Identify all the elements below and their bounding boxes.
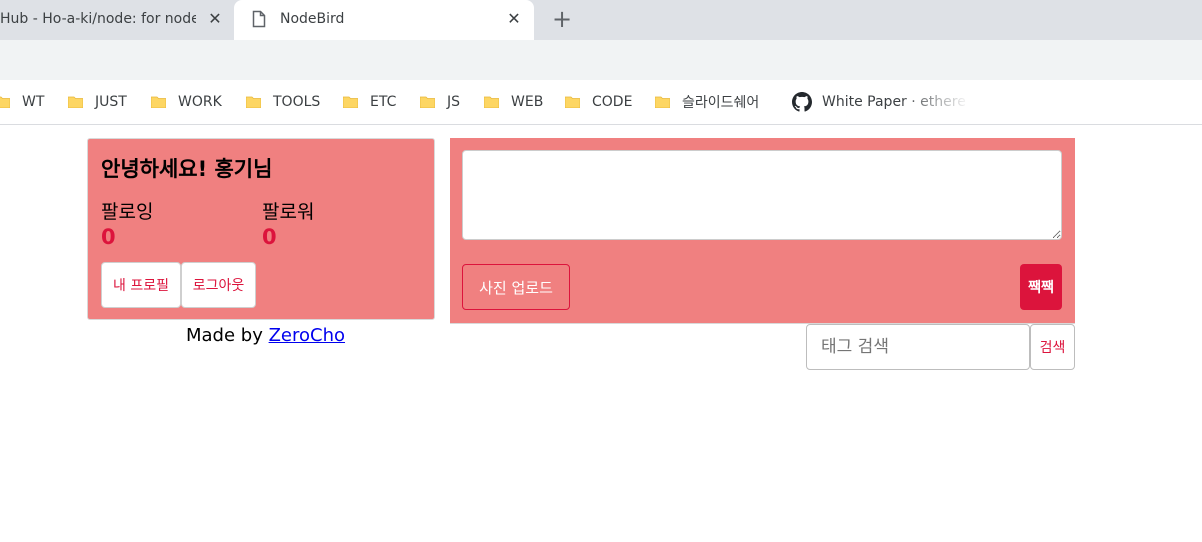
close-icon[interactable]: ✕ [504,9,524,29]
followers-label: 팔로워 [262,201,315,223]
bookmark-etc[interactable]: ETC [343,92,396,112]
folder-icon [151,96,166,108]
folder-icon [343,96,358,108]
folder-icon [0,96,10,108]
following-count: 0 [101,225,116,249]
folder-icon [420,96,435,108]
tag-search-button[interactable]: 검색 [1030,324,1075,370]
bookmark-code[interactable]: CODE [565,92,632,112]
bookmarks-fade [900,80,970,124]
zerocho-link[interactable]: ZeroCho [269,325,345,346]
tab-title: Hub - Ho-a-ki/node: for node [0,11,196,27]
bookmarks-bar: WT JUST WORK TOOLS ETC JS WEB CODE 슬라이드쉐… [0,80,1202,125]
bookmark-wt[interactable]: WT [0,92,44,112]
folder-icon [68,96,83,108]
folder-icon [565,96,580,108]
submit-post-button[interactable]: 짹짹 [1020,264,1062,310]
page-icon [252,10,266,28]
profile-card: 안녕하세요! 홍기님 팔로잉 0 팔로워 0 내 프로필 로그아웃 [87,138,435,320]
footer: Made by ZeroCho [186,325,345,346]
tab-github[interactable]: Hub - Ho-a-ki/node: for node ✕ [0,0,234,40]
bookmark-label: WEB [511,94,544,110]
bookmark-js[interactable]: JS [420,92,460,112]
tag-search-input[interactable] [806,324,1030,370]
upload-image-button[interactable]: 사진 업로드 [462,264,570,310]
bookmark-label: WT [22,94,45,110]
bookmark-label: CODE [592,94,633,110]
bookmark-label: TOOLS [273,94,321,110]
bookmark-label: JUST [95,94,127,110]
bookmark-label: 슬라이드쉐어 [682,95,760,111]
browser-tabstrip: Hub - Ho-a-ki/node: for node ✕ NodeBird … [0,0,1202,40]
tab-title: NodeBird [280,11,345,27]
folder-icon [246,96,261,108]
folder-icon [484,96,499,108]
my-profile-button[interactable]: 내 프로필 [101,262,181,308]
tab-nodebird[interactable]: NodeBird ✕ [234,0,534,40]
logout-button[interactable]: 로그아웃 [181,262,256,308]
bookmark-tools[interactable]: TOOLS [246,92,320,112]
post-textarea[interactable] [462,150,1062,240]
bookmark-work[interactable]: WORK [151,92,222,112]
bookmark-slideshare[interactable]: 슬라이드쉐어 [655,92,759,112]
address-toolbar [0,40,1202,80]
folder-icon [655,96,670,108]
github-icon [792,92,812,112]
bookmark-label: JS [447,94,461,110]
bookmark-just[interactable]: JUST [68,92,127,112]
footer-prefix: Made by [186,325,269,346]
followers-count: 0 [262,225,277,249]
new-tab-icon[interactable]: + [550,7,574,31]
following-label: 팔로잉 [101,201,154,223]
bookmark-label: WORK [178,94,222,110]
post-form: 사진 업로드 짹짹 [450,138,1075,324]
bookmark-web[interactable]: WEB [484,92,543,112]
greeting-heading: 안녕하세요! 홍기님 [101,157,273,181]
close-icon[interactable]: ✕ [205,9,225,29]
bookmark-label: ETC [370,94,397,110]
